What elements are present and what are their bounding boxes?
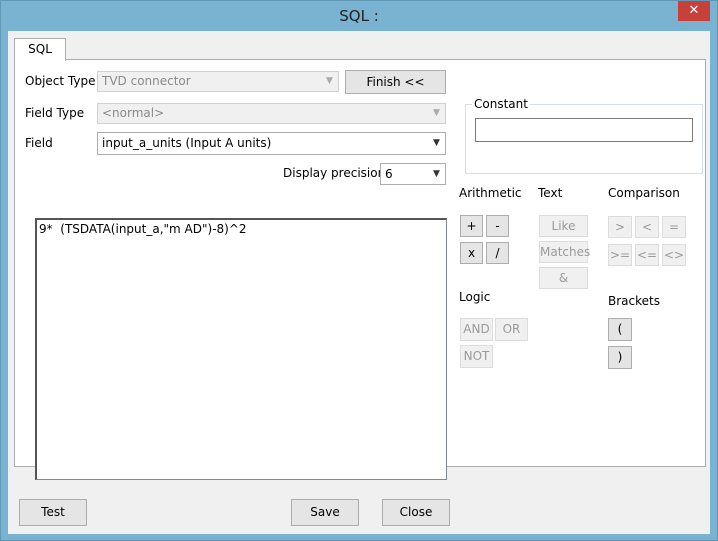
display-precision-select[interactable]: 6 ▼ (380, 163, 446, 185)
field-value: input_a_units (Input A units) (102, 136, 272, 150)
close-button[interactable]: Close (382, 499, 450, 526)
less-equal-button[interactable]: <= (635, 244, 659, 266)
title-bar: SQL : ✕ (1, 1, 717, 31)
open-bracket-button[interactable]: ( (608, 318, 632, 341)
greater-than-button[interactable]: > (608, 216, 632, 238)
or-button[interactable]: OR (495, 318, 528, 341)
tab-sql[interactable]: SQL (14, 38, 66, 61)
save-button[interactable]: Save (291, 499, 359, 526)
comparison-label: Comparison (608, 186, 680, 200)
object-type-label: Object Type (25, 74, 96, 88)
concat-button[interactable]: & (539, 267, 588, 289)
matches-button[interactable]: Matches (539, 241, 590, 263)
object-type-value: TVD connector (102, 74, 191, 88)
not-equal-button[interactable]: <> (662, 244, 686, 266)
logic-label: Logic (459, 290, 491, 304)
dialog-client-area: SQL Object Type TVD connector ▼ Finish <… (8, 31, 710, 534)
finish-button[interactable]: Finish << (345, 70, 446, 94)
multiply-button[interactable]: x (460, 242, 483, 264)
test-button[interactable]: Test (19, 499, 87, 526)
close-window-icon[interactable]: ✕ (678, 1, 710, 21)
chevron-down-icon: ▼ (326, 76, 333, 86)
constant-label: Constant (472, 97, 530, 111)
sql-expression-textarea[interactable]: 9* (TSDATA(input_a,"m AD")-8)^2 (35, 218, 447, 480)
window-title: SQL : (339, 7, 379, 25)
field-type-value: <normal> (102, 106, 165, 120)
and-button[interactable]: AND (460, 318, 493, 341)
constant-group: Constant (465, 97, 703, 174)
sql-dialog-window: SQL : ✕ SQL Object Type TVD connector ▼ … (0, 0, 718, 541)
divide-button[interactable]: / (486, 242, 509, 264)
field-select[interactable]: input_a_units (Input A units) ▼ (97, 132, 446, 155)
field-label: Field (25, 136, 53, 150)
object-type-select: TVD connector ▼ (97, 71, 339, 92)
greater-equal-button[interactable]: >= (608, 244, 632, 266)
field-type-select: <normal> ▼ (97, 103, 446, 124)
minus-button[interactable]: - (486, 215, 509, 237)
less-than-button[interactable]: < (635, 216, 659, 238)
display-precision-value: 6 (385, 167, 393, 181)
display-precision-label: Display precision (283, 166, 386, 180)
chevron-down-icon: ▼ (433, 169, 440, 179)
chevron-down-icon: ▼ (433, 108, 440, 118)
sql-tab-panel: Object Type TVD connector ▼ Finish << Fi… (14, 59, 706, 480)
not-button[interactable]: NOT (460, 345, 493, 368)
chevron-down-icon: ▼ (433, 138, 440, 148)
field-type-label: Field Type (25, 106, 85, 120)
like-button[interactable]: Like (539, 215, 588, 237)
arithmetic-label: Arithmetic (459, 186, 522, 200)
brackets-label: Brackets (608, 294, 660, 308)
plus-button[interactable]: + (460, 215, 483, 237)
text-label: Text (538, 186, 563, 200)
constant-input[interactable] (475, 118, 693, 142)
equals-button[interactable]: = (662, 216, 686, 238)
close-bracket-button[interactable]: ) (608, 346, 632, 369)
